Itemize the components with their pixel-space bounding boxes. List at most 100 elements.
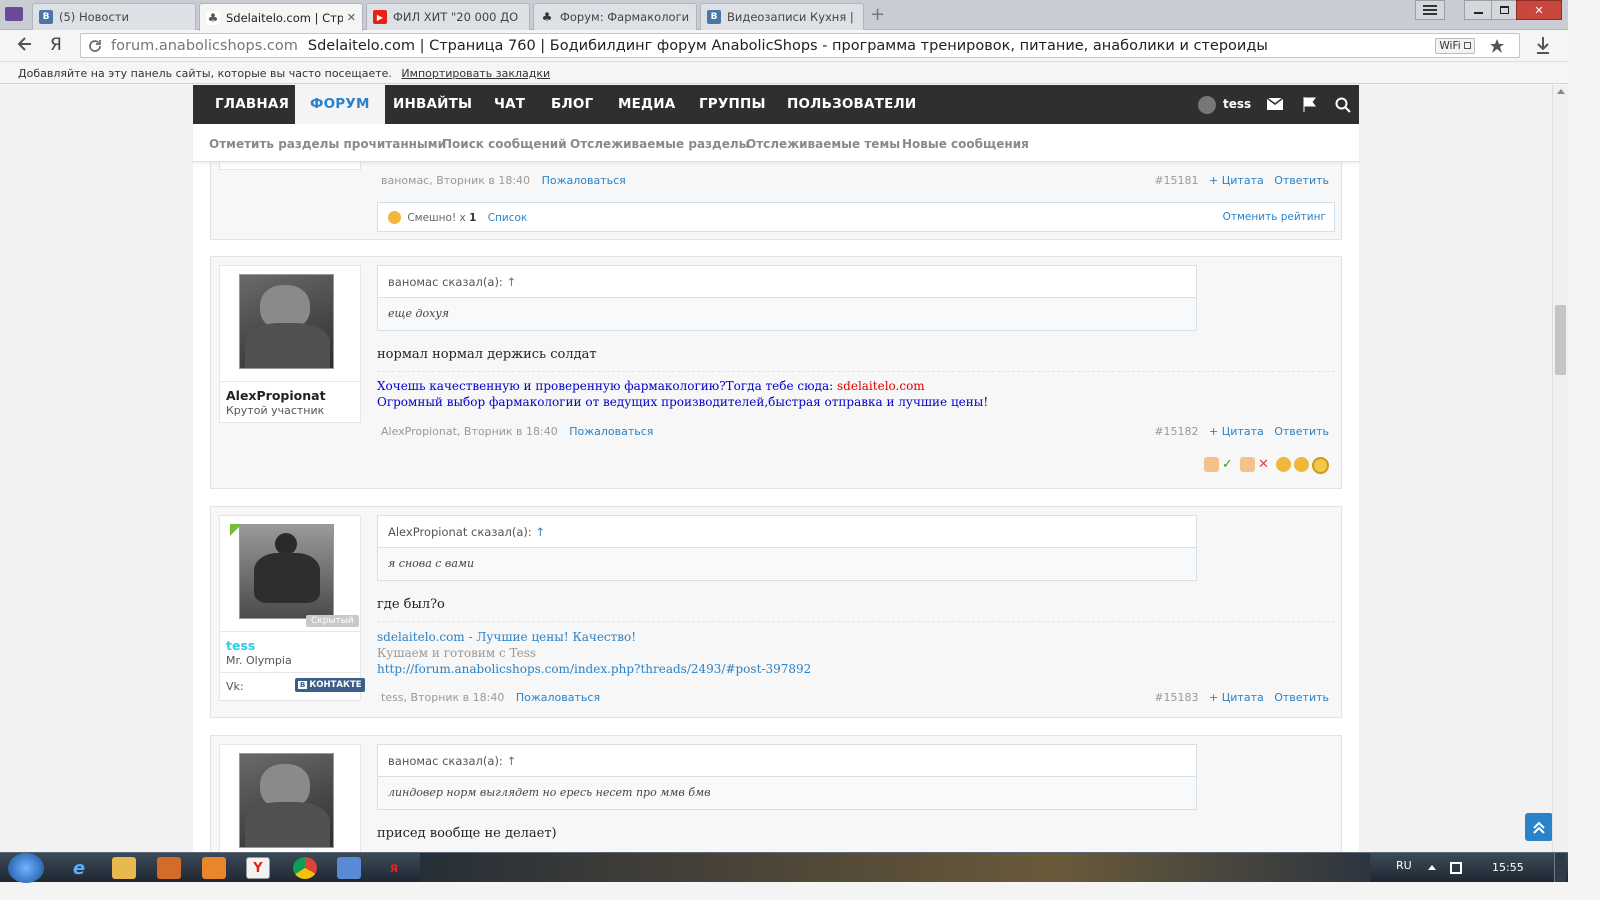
scroll-up-arrow-icon[interactable] [1557, 89, 1565, 94]
close-icon[interactable]: ✕ [347, 11, 356, 24]
audio-app-icon[interactable] [337, 857, 361, 879]
yandex-browser-icon[interactable]: Y [246, 857, 270, 879]
thumbs-down-icon[interactable] [1240, 457, 1255, 472]
nav-invites[interactable]: ИНВАЙТЫ [393, 85, 472, 124]
subnav-search-posts[interactable]: Поиск сообщений [442, 137, 567, 151]
tab-news[interactable]: В (5) Новости [32, 3, 196, 30]
rating-list-link[interactable]: Список [488, 212, 528, 224]
disagree-x-icon[interactable]: ✕ [1258, 457, 1273, 472]
tray-expand-icon[interactable] [1428, 865, 1436, 870]
new-tab-button[interactable]: + [870, 4, 885, 25]
vk-contact-button[interactable]: В КОНТАКТЕ [295, 678, 365, 692]
quote-button[interactable]: + Цитата [1209, 425, 1264, 438]
avatar[interactable] [239, 753, 334, 848]
yandex-icon[interactable]: я [382, 857, 406, 879]
reload-icon[interactable] [87, 38, 103, 54]
flag-icon[interactable] [1302, 96, 1318, 112]
bookmark-star-icon[interactable] [1489, 38, 1505, 54]
subnav-watched-forums[interactable]: Отслеживаемые разделы [570, 137, 749, 151]
yandex-button[interactable]: Я [50, 35, 62, 55]
avatar[interactable] [239, 524, 334, 619]
envelope-icon[interactable] [1266, 97, 1284, 111]
language-indicator[interactable]: RU [1396, 859, 1412, 872]
scroll-to-top-button[interactable] [1525, 813, 1552, 841]
media-player-icon[interactable] [202, 857, 226, 879]
post-15183: Скрытый tess Mr. Olympia Vk: В КОНТАКТЕ … [210, 506, 1342, 718]
page-scrollbar[interactable] [1552, 85, 1568, 852]
signature-link[interactable]: sdelaitelo.com - Лучшие цены! Качество! [377, 629, 811, 645]
quote-source-arrow[interactable]: ↑ [535, 525, 545, 539]
quote-source-arrow[interactable]: ↑ [506, 754, 516, 768]
tab-forum-active[interactable]: ♣ Sdelaitelo.com | Стран ✕ [199, 3, 363, 31]
signature-link[interactable]: sdelaitelo.com [837, 379, 925, 393]
tab-videos[interactable]: В Видеозаписи Кухня | [700, 3, 864, 30]
internet-explorer-icon[interactable]: e [67, 857, 91, 879]
report-link[interactable]: Пожаловаться [542, 174, 626, 187]
quote-button[interactable]: + Цитата [1209, 174, 1264, 187]
subnav-mark-read[interactable]: Отметить разделы прочитанными [209, 137, 446, 151]
start-button[interactable] [8, 853, 44, 883]
agree-check-icon[interactable]: ✓ [1222, 457, 1237, 472]
quote-button[interactable]: + Цитата [1209, 691, 1264, 704]
username[interactable]: tess [226, 638, 255, 653]
wifi-badge[interactable]: WiFi [1435, 38, 1475, 54]
back-button[interactable] [16, 35, 34, 56]
clock[interactable]: 15:55 [1492, 861, 1524, 874]
post-number[interactable]: #15182 [1154, 425, 1198, 438]
avatar[interactable] [239, 274, 334, 369]
tab-forum-pharma[interactable]: ♣ Форум: Фармакологи [533, 3, 697, 30]
post-number[interactable]: #15183 [1154, 691, 1198, 704]
restore-button[interactable] [1491, 0, 1517, 20]
mail-icon[interactable] [5, 7, 23, 21]
menu-button[interactable] [1415, 0, 1445, 20]
funny-smiley-icon[interactable] [1276, 457, 1291, 472]
app-icon[interactable] [157, 857, 181, 879]
network-icon[interactable] [1450, 862, 1462, 874]
post-number[interactable]: #15181 [1154, 174, 1198, 187]
quote-header: ваномас сказал(а): ↑ [378, 266, 1196, 298]
signature: Хочешь качественную и проверенную фармак… [377, 379, 989, 409]
import-bookmarks-link[interactable]: Импортировать закладки [401, 67, 550, 80]
nav-chat[interactable]: ЧАТ [494, 85, 525, 124]
chrome-icon[interactable] [293, 857, 317, 879]
quote-source-arrow[interactable]: ↑ [506, 275, 516, 289]
report-link[interactable]: Пожаловаться [516, 691, 600, 704]
restore-icon [1499, 6, 1509, 14]
window-close-button[interactable]: ✕ [1516, 0, 1562, 20]
page-viewport: ГЛАВНАЯ ФОРУМ ИНВАЙТЫ ЧАТ БЛОГ МЕДИА ГРУ… [0, 85, 1552, 852]
thumbs-up-icon[interactable] [1204, 457, 1219, 472]
post-meta: tess, Вторник в 18:40 Пожаловаться [381, 691, 601, 704]
user-avatar-icon[interactable] [1198, 96, 1216, 114]
search-icon[interactable] [1335, 97, 1351, 113]
tab-youtube[interactable]: ▶ ФИЛ ХИТ "20 000 ДО [366, 3, 530, 30]
quote-text: линдовер норм выглядет но ересь несет пр… [378, 777, 1196, 809]
file-explorer-icon[interactable] [112, 857, 136, 879]
show-desktop-button[interactable] [1554, 853, 1566, 882]
address-input[interactable]: forum.anabolicshops.com Sdelaitelo.com |… [80, 33, 1520, 58]
username[interactable]: AlexPropionat [226, 388, 326, 403]
nav-media[interactable]: МЕДИА [618, 85, 675, 124]
rating-buttons: ✓ ✕ [1204, 457, 1329, 474]
reply-button[interactable]: Ответить [1274, 691, 1329, 704]
signature-url-link[interactable]: http://forum.anabolicshops.com/index.php… [377, 661, 811, 677]
close-icon: ✕ [1534, 3, 1544, 17]
subnav-new-posts[interactable]: Новые сообщения [902, 137, 1029, 151]
post-next: ваномас сказал(а): ↑ линдовер норм выгля… [210, 735, 1342, 852]
nav-users[interactable]: ПОЛЬЗОВАТЕЛИ [787, 85, 916, 124]
user-title: Крутой участник [226, 404, 325, 417]
winner-medal-icon[interactable] [1312, 457, 1329, 474]
scrollbar-thumb[interactable] [1555, 305, 1566, 375]
nav-username[interactable]: tess [1223, 97, 1251, 111]
nav-home[interactable]: ГЛАВНАЯ [215, 85, 289, 124]
reply-button[interactable]: Ответить [1274, 425, 1329, 438]
reply-button[interactable]: Ответить [1274, 174, 1329, 187]
sad-smiley-icon[interactable] [1294, 457, 1309, 472]
cancel-rating-link[interactable]: Отменить рейтинг [1223, 211, 1326, 223]
nav-groups[interactable]: ГРУППЫ [699, 85, 766, 124]
minimize-button[interactable] [1464, 0, 1492, 20]
nav-forum[interactable]: ФОРУМ [295, 85, 385, 124]
download-icon[interactable] [1535, 36, 1551, 54]
subnav-watched-threads[interactable]: Отслеживаемые темы [746, 137, 900, 151]
report-link[interactable]: Пожаловаться [569, 425, 653, 438]
nav-blog[interactable]: БЛОГ [551, 85, 593, 124]
